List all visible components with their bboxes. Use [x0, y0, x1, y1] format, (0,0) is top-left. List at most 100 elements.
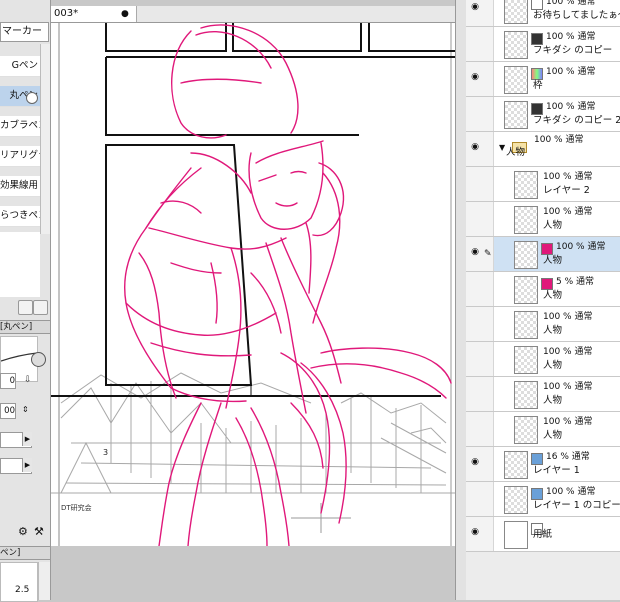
canvas-paper[interactable]: 3 DT研究会 [51, 23, 455, 546]
layer-visibility-toggle[interactable]: ◉ [466, 517, 494, 551]
layer-visibility-toggle[interactable]: ◉ [466, 447, 494, 481]
layer-visibility-toggle[interactable] [466, 342, 494, 376]
eye-icon[interactable]: ◉ [468, 457, 482, 467]
layer-visibility-toggle[interactable]: ◉ [466, 132, 494, 166]
layer-row[interactable]: ◉ ✎ 100 % 通常 人物 [466, 237, 620, 272]
layer-panel: ◉ 100 % 通常 お待ちしてましたぁ～ 100 % 通常 フキダシ のコピー ◉ 100… [466, 0, 620, 600]
layer-blend-mode: 100 % 通常 [534, 135, 584, 145]
layer-visibility-toggle[interactable] [466, 307, 494, 341]
layer-visibility-toggle[interactable] [466, 272, 494, 306]
layer-blend-mode: 100 % 通常 [543, 417, 593, 427]
eye-icon[interactable]: ◉ [468, 142, 482, 152]
brush-size-field[interactable]: 0 [0, 373, 16, 389]
tool-item-kabura-pen[interactable]: カブラペン [0, 116, 40, 137]
document-tab-title: 003* [54, 8, 79, 19]
layer-name[interactable]: レイヤー 1 [533, 465, 580, 476]
layer-name[interactable]: 枠 [533, 80, 543, 91]
layer-visibility-toggle[interactable] [466, 167, 494, 201]
layer-name[interactable]: フキダシ のコピー 2 [533, 115, 620, 126]
layer-row[interactable]: 100 % 通常 人物 [466, 342, 620, 377]
magnifier-icon[interactable] [31, 352, 46, 367]
search-icon[interactable] [26, 92, 38, 104]
layer-visibility-toggle[interactable] [466, 482, 494, 516]
folder-toggle-icon[interactable]: ▼ [499, 143, 505, 152]
layer-thumbnail [504, 101, 528, 129]
layer-name[interactable]: 人物 [543, 430, 562, 441]
layer-visibility-toggle[interactable] [466, 202, 494, 236]
layer-blend-mode: 100 % 通常 [543, 207, 593, 217]
layer-name[interactable]: 用紙 [533, 529, 552, 540]
layer-name[interactable]: 人物 [543, 360, 562, 371]
brush-size-list: 2.5 [0, 562, 38, 602]
layer-type-icon [531, 453, 543, 465]
layer-blend-mode: 100 % 通常 [546, 0, 596, 7]
layer-visibility-toggle[interactable] [466, 97, 494, 131]
layer-visibility-toggle[interactable] [466, 27, 494, 61]
layer-row[interactable]: 100 % 通常フキダシ のコピー [466, 27, 620, 62]
layer-visibility-toggle[interactable]: ◉ [466, 62, 494, 96]
layer-blend-mode: 100 % 通常 [546, 102, 596, 112]
eye-icon[interactable]: ◉ [468, 72, 482, 82]
layer-row[interactable]: ◉ 16 % 通常 レイヤー 1 [466, 447, 620, 482]
layer-row[interactable]: 100 % 通常レイヤー 1 のコピー 3 [466, 482, 620, 517]
layer-row[interactable]: 100 % 通常 レイヤー 2 [466, 167, 620, 202]
document-tab[interactable]: 003* ● [51, 6, 137, 22]
new-tool-icon[interactable] [18, 300, 33, 315]
arrow-down-icon[interactable]: ⇩ [24, 375, 33, 385]
layer-blend-mode: 100 % 通常 [543, 347, 593, 357]
layer-name[interactable]: フキダシ のコピー [533, 45, 612, 56]
size-list-scrollbar[interactable] [38, 562, 50, 600]
eye-icon[interactable]: ◉ [468, 247, 482, 257]
layer-row[interactable]: 100 % 通常 人物 [466, 412, 620, 447]
tool-list-scrollbar[interactable] [40, 44, 50, 234]
layer-name[interactable]: レイヤー 1 のコピー 3 [533, 500, 620, 511]
layer-name[interactable]: お待ちしてましたぁ～ [533, 10, 620, 21]
layer-row[interactable]: 100 % 通常 人物 [466, 202, 620, 237]
tool-group-header[interactable]: マーカー [0, 22, 49, 42]
tool-item-effect-lines[interactable]: 効果線用 [0, 176, 40, 197]
layer-thumbnail [514, 311, 538, 339]
layer-row[interactable]: ◉ ▼ 100 % 通常 人物 [466, 132, 620, 167]
opacity-field[interactable]: 00 [0, 403, 16, 419]
layer-row[interactable]: ◉ 100 % 通常枠 [466, 62, 620, 97]
eye-icon[interactable]: ◉ [468, 2, 482, 12]
tool-item-rough-pen[interactable]: らつきペン [0, 206, 40, 227]
bottom-panel-header: ペン] [0, 546, 50, 560]
layer-thumbnail [504, 31, 528, 59]
layer-row[interactable]: 5 % 通常 人物 [466, 272, 620, 307]
layer-thumbnail [504, 451, 528, 479]
layer-row[interactable]: 100 % 通常 人物 [466, 307, 620, 342]
layer-visibility-toggle[interactable] [466, 377, 494, 411]
tool-item-calligraphy[interactable]: リアリグラフィ [0, 146, 40, 167]
layer-visibility-toggle[interactable]: ◉ [466, 0, 494, 26]
layer-row[interactable]: 100 % 通常フキダシ のコピー 2 [466, 97, 620, 132]
layer-visibility-toggle[interactable] [466, 412, 494, 446]
layer-name[interactable]: 人物 [543, 255, 562, 266]
layer-row[interactable]: ◉ 用紙 [466, 517, 620, 552]
layer-row[interactable]: ◉ 100 % 通常お待ちしてましたぁ～ [466, 0, 620, 27]
layer-blend-mode: 100 % 通常 [546, 487, 596, 497]
stepper-icon[interactable]: ⇕ [22, 405, 31, 415]
brush-size-value[interactable]: 2.5 [15, 585, 29, 595]
play-right-icon[interactable]: ▶ [22, 458, 32, 472]
layer-thumbnail [514, 241, 538, 269]
play-right-icon[interactable]: ▶ [22, 432, 32, 446]
wrench-icon[interactable]: ⚒ [34, 526, 46, 538]
sub-tool-detail-header: [丸ペン] [0, 320, 50, 334]
layer-blend-mode: 100 % 通常 [543, 312, 593, 322]
layer-blend-mode: 100 % 通常 [546, 32, 596, 42]
layer-name[interactable]: 人物 [506, 147, 525, 158]
settings-icon[interactable]: ⚙ [18, 526, 30, 538]
layer-row[interactable]: 100 % 通常 人物 [466, 377, 620, 412]
trash-icon[interactable] [33, 300, 48, 315]
layer-name[interactable]: 人物 [543, 220, 562, 231]
tool-item-g-pen[interactable]: Gペン [0, 56, 40, 77]
layer-name[interactable]: 人物 [543, 325, 562, 336]
layer-name[interactable]: 人物 [543, 290, 562, 301]
layer-thumbnail [514, 171, 538, 199]
eye-icon[interactable]: ◉ [468, 527, 482, 537]
layer-name[interactable]: 人物 [543, 395, 562, 406]
manga-artwork: 3 DT研究会 [51, 23, 455, 546]
layer-name[interactable]: レイヤー 2 [543, 185, 590, 196]
tab-close-icon[interactable]: ● [121, 6, 129, 22]
